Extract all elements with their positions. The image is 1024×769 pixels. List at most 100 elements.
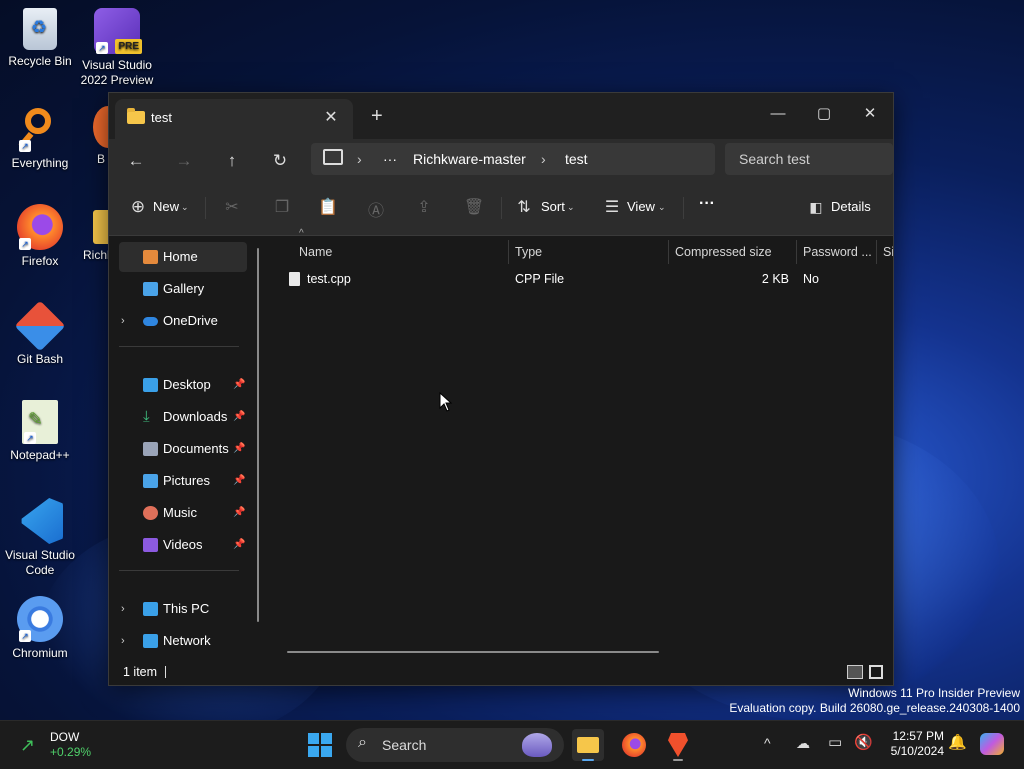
taskbar-search[interactable]: ⌕ Search xyxy=(346,728,564,762)
sidebar-item-pictures[interactable]: Pictures 📌 xyxy=(119,466,247,496)
start-button[interactable] xyxy=(308,733,332,757)
close-window-button[interactable]: ✕ xyxy=(847,99,893,129)
breadcrumb-richkware-master[interactable]: Richkware-master xyxy=(413,151,526,167)
delete-icon[interactable]: 🗑 xyxy=(463,197,485,217)
desktop-icon-chromium[interactable]: ↗ Chromium xyxy=(0,596,80,661)
new-button[interactable]: New xyxy=(153,199,179,214)
horizontal-scrollbar[interactable] xyxy=(287,651,659,653)
column-header-compressed-size[interactable]: Compressed size xyxy=(675,240,772,264)
file-compressed-size: 2 KB xyxy=(761,272,789,286)
desktop-icon-partial[interactable]: B xyxy=(77,106,111,167)
details-button[interactable]: Details xyxy=(831,199,871,214)
sidebar-item-network[interactable]: › Network xyxy=(119,626,247,656)
chevron-right-icon[interactable]: › xyxy=(121,306,125,336)
stocks-widget[interactable]: ↗ DOW +0.29% xyxy=(14,729,104,761)
tab-close-button[interactable]: ✕ xyxy=(321,107,341,127)
column-header-size[interactable]: Si xyxy=(883,240,893,264)
search-box[interactable]: Search test xyxy=(725,143,893,175)
maximize-button[interactable]: ▢ xyxy=(801,99,847,129)
sidebar-item-music[interactable]: Music 📌 xyxy=(119,498,247,528)
chevron-down-icon: ⌄ xyxy=(567,202,575,212)
pin-icon[interactable]: 📌 xyxy=(233,402,245,432)
paste-icon[interactable]: 📋 xyxy=(317,197,339,217)
status-bar: 1 item xyxy=(109,660,893,685)
column-divider[interactable] xyxy=(508,240,509,264)
pictures-icon xyxy=(143,474,158,488)
desktop-icon-label: Firefox xyxy=(21,254,59,268)
tab-test[interactable]: test ✕ xyxy=(115,99,353,139)
sidebar-item-desktop[interactable]: Desktop 📌 xyxy=(119,370,247,400)
sidebar-item-documents[interactable]: Documents 📌 xyxy=(119,434,247,464)
breadcrumb-separator[interactable]: › xyxy=(541,151,546,167)
sidebar-item-label: OneDrive xyxy=(163,313,218,328)
column-header-type[interactable]: Type xyxy=(515,240,542,264)
toolbar-divider xyxy=(205,197,206,219)
clock[interactable]: 12:57 PM 5/10/2024 xyxy=(880,729,944,759)
desktop-icon-vscode[interactable]: Visual Studio Code xyxy=(0,498,80,578)
mouse-cursor-icon xyxy=(439,392,453,412)
pin-icon[interactable]: 📌 xyxy=(233,434,245,464)
sidebar-item-home[interactable]: Home xyxy=(119,242,247,272)
share-icon[interactable]: ⇪ xyxy=(413,197,435,217)
breadcrumb-overflow[interactable]: ··· xyxy=(383,151,397,167)
back-button[interactable]: ← xyxy=(121,147,151,175)
desktop-icon-git-bash[interactable]: Git Bash xyxy=(0,300,80,367)
view-button[interactable]: View xyxy=(627,199,655,214)
clock-time: 12:57 PM xyxy=(892,729,944,743)
column-divider[interactable] xyxy=(876,240,877,264)
breadcrumb-test[interactable]: test xyxy=(565,151,588,167)
download-icon: ⤓ xyxy=(143,408,150,425)
details-view-icon[interactable] xyxy=(847,665,863,679)
cut-icon[interactable]: ✂ xyxy=(221,197,243,217)
sidebar-item-this-pc[interactable]: › This PC xyxy=(119,594,247,624)
network-icon[interactable]: ▭ xyxy=(828,733,842,751)
pin-icon[interactable]: 📌 xyxy=(233,530,245,560)
sidebar-item-label: Desktop xyxy=(163,377,211,392)
column-header-password[interactable]: Password ... xyxy=(803,240,872,264)
pin-icon[interactable]: 📌 xyxy=(233,370,245,400)
notification-bell-icon[interactable]: 🔔 xyxy=(948,733,967,751)
copy-icon[interactable]: ❐ xyxy=(271,197,293,217)
column-header-name[interactable]: Name xyxy=(299,240,332,264)
toolbar-divider xyxy=(501,197,502,219)
volume-muted-icon[interactable]: 🔇 xyxy=(854,733,873,751)
desktop-icon-recycle-bin[interactable]: ♻ Recycle Bin xyxy=(0,8,80,69)
cloud-offline-icon[interactable]: ☁ xyxy=(796,735,810,752)
chevron-right-icon[interactable]: › xyxy=(121,594,125,624)
desktop-icon-richkware[interactable]: Richk xyxy=(77,204,111,263)
sidebar-item-onedrive[interactable]: › OneDrive xyxy=(119,306,247,336)
taskbar-brave[interactable] xyxy=(662,729,694,761)
pin-icon[interactable]: 📌 xyxy=(233,498,245,528)
sidebar-item-gallery[interactable]: Gallery xyxy=(119,274,247,304)
refresh-button[interactable]: ↻ xyxy=(265,147,295,175)
desktop-icon-notepad-plus-plus[interactable]: ✎ ↗ Notepad++ xyxy=(0,400,80,463)
sort-button[interactable]: Sort xyxy=(541,199,565,214)
chevron-right-icon[interactable]: › xyxy=(121,626,125,656)
large-icons-view-icon[interactable] xyxy=(869,665,883,679)
desktop-icon-everything[interactable]: ↗ Everything xyxy=(0,106,80,171)
forward-button[interactable]: → xyxy=(169,147,199,175)
new-tab-button[interactable]: + xyxy=(371,105,383,128)
videos-icon xyxy=(143,538,158,552)
breadcrumb-separator[interactable]: › xyxy=(357,151,362,167)
minimize-button[interactable]: — xyxy=(755,99,801,129)
table-row[interactable]: test.cpp CPP File 2 KB No xyxy=(279,268,893,290)
copilot-icon[interactable] xyxy=(980,733,1004,755)
more-options-button[interactable]: ··· xyxy=(699,195,715,213)
desktop-icon-label: Chromium xyxy=(12,646,68,660)
column-divider[interactable] xyxy=(796,240,797,264)
sidebar-item-videos[interactable]: Videos 📌 xyxy=(119,530,247,560)
taskbar-firefox[interactable] xyxy=(618,729,650,761)
address-bar[interactable]: › ··· Richkware-master › test xyxy=(311,143,715,175)
sidebar-scrollbar[interactable] xyxy=(257,248,259,622)
sidebar-item-downloads[interactable]: ⤓ Downloads 📌 xyxy=(119,402,247,432)
tray-overflow-button[interactable]: ^ xyxy=(764,735,771,751)
rename-icon[interactable]: Ⓐ xyxy=(365,197,387,221)
pin-icon[interactable]: 📌 xyxy=(233,466,245,496)
desktop-icon-visual-studio-2022[interactable]: PRE ↗ Visual Studio 2022 Preview xyxy=(77,8,157,88)
column-divider[interactable] xyxy=(668,240,669,264)
taskbar-file-explorer[interactable] xyxy=(572,729,604,761)
up-button[interactable]: ↑ xyxy=(217,147,247,175)
desktop-icon-firefox[interactable]: ↗ Firefox xyxy=(0,204,80,269)
recycle-bin-icon: ♻ xyxy=(23,8,57,50)
